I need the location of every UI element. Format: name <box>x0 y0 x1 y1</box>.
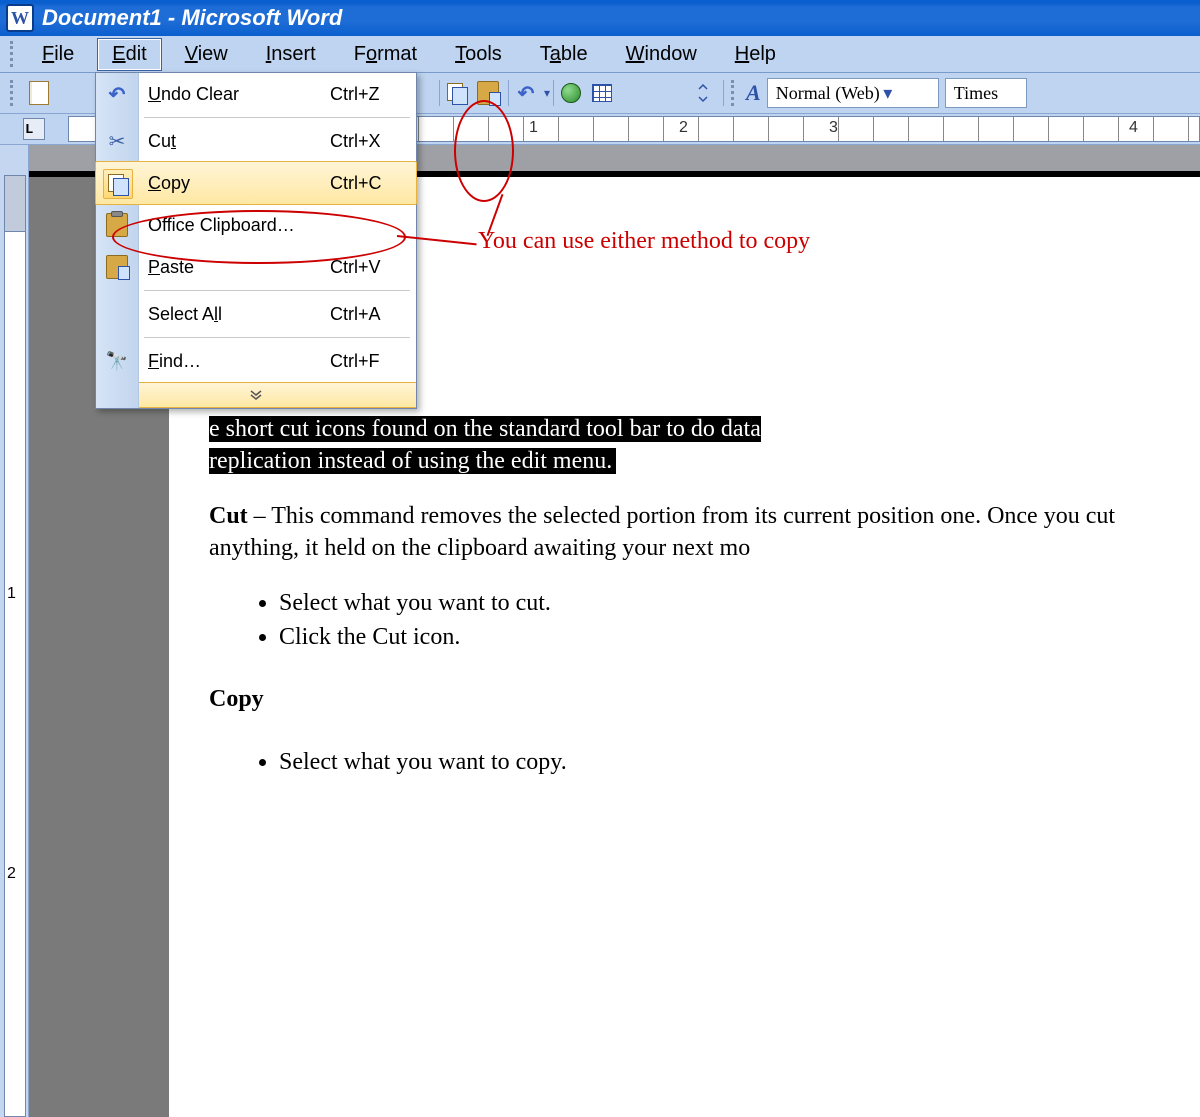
vertical-ruler[interactable]: 1 2 <box>0 145 29 1117</box>
cut-text: – This command removes the selected port… <box>209 503 1115 561</box>
toolbar-options-button[interactable] <box>689 79 717 107</box>
menu-item-office-clipboard[interactable]: Office Clipboard… <box>96 204 416 246</box>
menu-edit[interactable]: EditEdit <box>97 38 161 71</box>
menu-table[interactable]: TableTable <box>525 38 603 71</box>
copy-icon <box>447 83 467 103</box>
chevron-down-icon: ▾ <box>880 83 896 104</box>
menu-item-find[interactable]: 🔭 Find…Find… Ctrl+F <box>96 340 416 382</box>
menu-item-copy[interactable]: CopyCopy Ctrl+C <box>95 161 417 205</box>
new-doc-icon <box>29 81 49 105</box>
window-title: Document1 - Microsoft Word <box>42 5 342 31</box>
globe-icon <box>561 83 581 103</box>
toolbar-separator <box>508 80 509 106</box>
formatting-grip[interactable] <box>731 80 740 106</box>
list-item[interactable]: Click the Cut icon. <box>279 621 1200 653</box>
shortcut: Ctrl+X <box>330 131 416 152</box>
styles-pane-icon[interactable]: A <box>746 80 761 106</box>
style-value: Normal (Web) <box>776 83 880 104</box>
selected-text[interactable]: replication instead of using the edit me… <box>209 448 616 474</box>
undo-icon: ↶ <box>109 82 126 107</box>
menu-label: Office Clipboard… <box>148 215 330 236</box>
list-item[interactable]: Select what you want to copy. <box>279 746 1200 778</box>
menu-bar: FFileile EditEdit ViewView InsertInsert … <box>0 36 1200 73</box>
toolbar-separator <box>723 80 724 106</box>
chevron-down-double-icon <box>249 390 263 400</box>
copy-icon <box>108 174 128 194</box>
undo-icon: ↶ <box>518 81 535 106</box>
menu-item-select-all[interactable]: Select AllSelect All Ctrl+A <box>96 293 416 335</box>
paste-button[interactable] <box>474 79 502 107</box>
binoculars-icon: 🔭 <box>106 351 128 372</box>
menu-help[interactable]: HelpHelp <box>720 38 791 71</box>
undo-dropdown-arrow[interactable]: ▾ <box>544 86 550 100</box>
menubar-grip[interactable] <box>10 41 19 67</box>
shortcut: Ctrl+Z <box>330 84 416 105</box>
font-combo[interactable]: Times <box>945 78 1027 108</box>
list-item[interactable]: Select what you want to cut. <box>279 587 1200 619</box>
clipboard-icon <box>106 213 128 237</box>
scissors-icon: ✂ <box>109 129 126 154</box>
paste-icon <box>477 81 499 105</box>
menu-expand-button[interactable] <box>96 382 416 408</box>
shortcut: Ctrl+C <box>330 173 416 194</box>
undo-button[interactable]: ↶ <box>512 79 540 107</box>
menu-view[interactable]: ViewView <box>170 38 243 71</box>
edit-menu-dropdown: ↶ Undo ClearUndo Clear Ctrl+Z ✂ CutCut C… <box>95 72 417 409</box>
tab-selector[interactable]: L <box>23 118 45 140</box>
copy-button[interactable] <box>443 79 471 107</box>
shortcut: Ctrl+A <box>330 304 416 325</box>
menu-format[interactable]: FormatFormat <box>339 38 432 71</box>
selected-text[interactable]: e short cut icons found on the standard … <box>209 416 761 442</box>
toolbar-separator <box>439 80 440 106</box>
title-bar: W Document1 - Microsoft Word <box>0 0 1200 36</box>
menu-window[interactable]: WindowWindow <box>611 38 712 71</box>
copy-steps-list: Select what you want to copy. <box>279 746 1200 778</box>
menu-tools[interactable]: ToolsTools <box>440 38 517 71</box>
menu-insert[interactable]: InsertInsert <box>251 38 331 71</box>
chevron-down-icon <box>698 83 708 103</box>
style-combo[interactable]: Normal (Web) ▾ <box>767 78 939 108</box>
copy-heading: Copy <box>209 686 264 712</box>
font-value: Times <box>954 83 998 104</box>
word-app-icon: W <box>6 4 34 32</box>
hyperlink-button[interactable] <box>557 79 585 107</box>
annotation-text: You can use either method to copy <box>478 228 810 255</box>
toolbar-separator <box>553 80 554 106</box>
table-icon <box>592 84 612 102</box>
menu-item-undo[interactable]: ↶ Undo ClearUndo Clear Ctrl+Z <box>96 73 416 115</box>
paragraph[interactable]: Cut – This command removes the selected … <box>209 500 1200 565</box>
new-doc-button[interactable] <box>25 79 53 107</box>
cut-steps-list: Select what you want to cut. Click the C… <box>279 587 1200 654</box>
menu-item-cut[interactable]: ✂ CutCut Ctrl+X <box>96 120 416 162</box>
shortcut: Ctrl+F <box>330 351 416 372</box>
toolbar-grip[interactable] <box>10 80 19 106</box>
menu-item-paste[interactable]: PastePaste Ctrl+V <box>96 246 416 288</box>
tables-button[interactable] <box>588 79 616 107</box>
shortcut: Ctrl+V <box>330 257 416 278</box>
paste-icon <box>106 255 128 279</box>
menu-file[interactable]: FFileile <box>27 38 89 71</box>
cut-heading: Cut <box>209 503 248 529</box>
formatting-toolbar: A Normal (Web) ▾ Times <box>731 78 1027 108</box>
